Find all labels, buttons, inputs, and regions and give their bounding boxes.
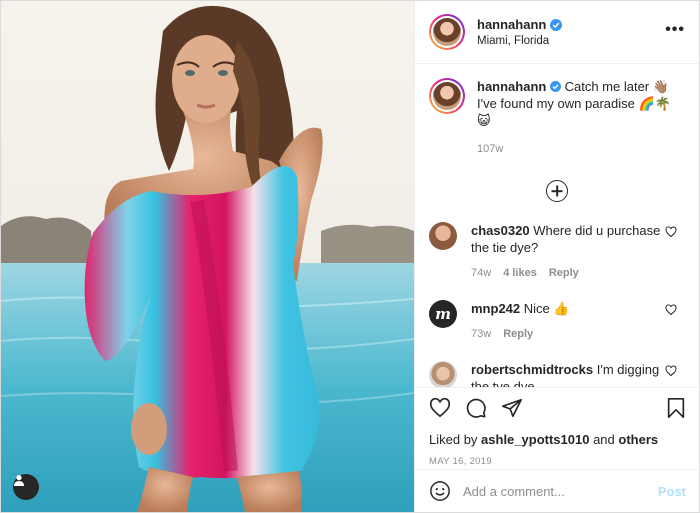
post-actions: Liked by ashle_ypotts1010 and others MAY…: [415, 387, 700, 469]
commenter-avatar[interactable]: [429, 222, 457, 250]
commenter-username[interactable]: robertschmidtrocks: [471, 362, 593, 377]
plus-circle-icon[interactable]: [546, 180, 568, 202]
user-tag-icon[interactable]: [13, 474, 39, 500]
author-username[interactable]: hannahann: [477, 17, 563, 32]
caption-timestamp[interactable]: 107w: [477, 141, 682, 158]
smiley-icon[interactable]: [429, 480, 451, 502]
heart-icon[interactable]: [665, 304, 677, 316]
liked-by-others[interactable]: others: [618, 432, 658, 447]
commenter-username[interactable]: mnp242: [471, 301, 520, 316]
likes-summary: Liked by ashle_ypotts1010 and others: [429, 432, 686, 447]
likes-joiner: and: [593, 432, 615, 447]
heart-icon[interactable]: [665, 226, 677, 238]
post-header: hannahann Miami, Florida •••: [415, 1, 699, 64]
post-side-panel: hannahann Miami, Florida ••• hannahann C…: [414, 1, 700, 512]
verified-badge-icon: [550, 18, 563, 31]
post-comment-button[interactable]: Post: [658, 484, 686, 499]
commenter-avatar[interactable]: m: [429, 300, 457, 328]
more-options-icon[interactable]: •••: [665, 22, 685, 38]
add-comment-bar: Post: [415, 469, 700, 512]
comment-input[interactable]: [463, 483, 653, 499]
comments-section[interactable]: hannahann Catch me later 👋🏽 I've found m…: [415, 64, 699, 387]
comment-likes[interactable]: 4 likes: [503, 265, 537, 282]
comment-item: m mnp242 Nice 👍 73w Reply: [429, 300, 685, 343]
comment-icon[interactable]: [465, 397, 487, 419]
caption-avatar[interactable]: [429, 78, 465, 114]
beach-portrait-image: [1, 1, 414, 512]
comment-timestamp[interactable]: 73w: [471, 326, 491, 343]
instagram-post: hannahann Miami, Florida ••• hannahann C…: [0, 0, 700, 513]
paper-plane-icon[interactable]: [501, 397, 523, 419]
commenter-username[interactable]: chas0320: [471, 223, 530, 238]
reply-button[interactable]: Reply: [549, 265, 579, 282]
liked-by-user[interactable]: ashle_ypotts1010: [481, 432, 589, 447]
heart-icon[interactable]: [665, 365, 677, 377]
comment-text: Nice 👍: [523, 301, 570, 316]
comment-item: robertschmidtrocks I'm digging the tye d…: [429, 361, 685, 387]
reply-button[interactable]: Reply: [503, 326, 533, 343]
post-date[interactable]: MAY 16, 2019: [429, 456, 686, 467]
comment-timestamp[interactable]: 74w: [471, 265, 491, 282]
post-location[interactable]: Miami, Florida: [477, 35, 562, 47]
author-avatar[interactable]: [429, 14, 465, 50]
verified-badge-icon: [549, 81, 561, 92]
comment-item: chas0320 Where did u purchase the tie dy…: [429, 222, 685, 282]
caption-username[interactable]: hannahann: [477, 79, 546, 94]
bookmark-icon[interactable]: [666, 397, 686, 419]
commenter-avatar[interactable]: [429, 361, 457, 387]
heart-icon[interactable]: [429, 397, 451, 419]
likes-prefix: Liked by: [429, 432, 478, 447]
post-photo[interactable]: [1, 1, 414, 512]
post-caption: hannahann Catch me later 👋🏽 I've found m…: [429, 78, 685, 158]
